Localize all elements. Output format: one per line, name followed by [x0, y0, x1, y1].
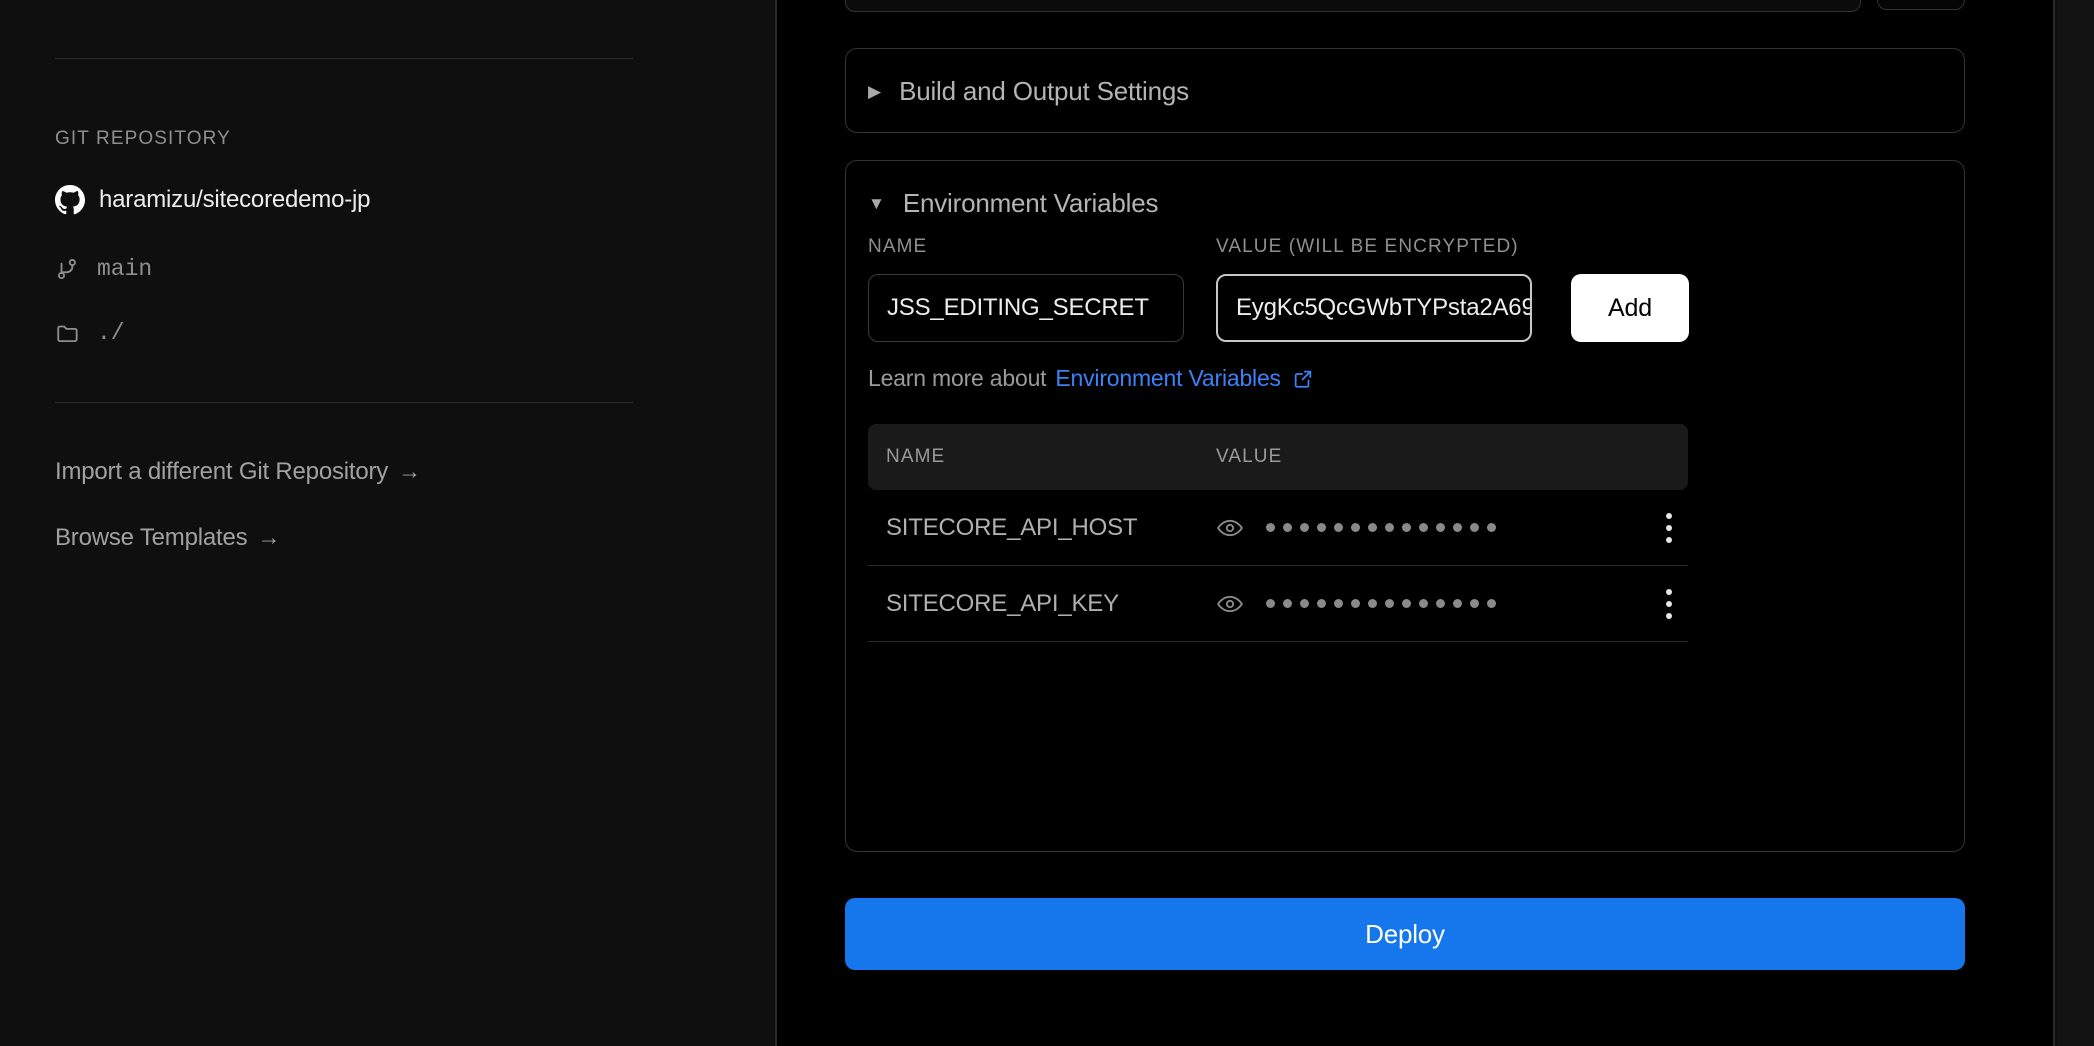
table-header-name: NAME — [886, 446, 946, 467]
env-variable-name: SITECORE_API_HOST — [886, 513, 1138, 541]
table-header-row: NAME VALUE — [868, 424, 1688, 490]
build-output-settings-title: Build and Output Settings — [899, 76, 1189, 106]
table-header-value: VALUE — [1216, 446, 1283, 467]
eye-icon[interactable] — [1216, 514, 1244, 542]
env-name-input-value: JSS_EDITING_SECRET — [887, 294, 1149, 321]
branch-row: main — [55, 256, 152, 282]
environment-variables-card: ▼ Environment Variables NAME VALUE (WILL… — [845, 160, 1965, 852]
arrow-right-icon: → — [257, 524, 281, 550]
env-value-input[interactable]: EygKc5QcGWbTYPsta2A692w7 — [1216, 274, 1532, 342]
masked-value — [1266, 523, 1496, 532]
github-icon — [55, 185, 85, 215]
truncated-button-above[interactable] — [1877, 0, 1965, 10]
main-panel: ▶ Build and Output Settings ▼ Environmen… — [775, 0, 2055, 1046]
git-repository-label: GIT REPOSITORY — [55, 128, 231, 149]
build-output-settings-header[interactable]: ▶ Build and Output Settings — [846, 49, 1964, 134]
sidebar-divider-middle — [55, 402, 633, 403]
environment-variables-header[interactable]: ▼ Environment Variables — [846, 161, 1964, 246]
value-column-label: VALUE (WILL BE ENCRYPTED) — [1216, 236, 1519, 257]
directory-path: ./ — [97, 320, 125, 346]
truncated-input-above[interactable] — [845, 0, 1861, 12]
learn-more-prefix: Learn more about — [868, 365, 1047, 391]
sidebar: GIT REPOSITORY haramizu/sitecoredemo-jp … — [0, 0, 775, 1046]
eye-icon[interactable] — [1216, 590, 1244, 618]
repository-row: haramizu/sitecoredemo-jp — [55, 185, 371, 215]
env-variable-value-cell — [1216, 507, 1688, 549]
add-button[interactable]: Add — [1571, 274, 1689, 342]
right-gutter — [2057, 0, 2094, 1046]
environment-variables-table: NAME VALUE SITECORE_API_HOST SITECORE_AP… — [868, 424, 1688, 642]
import-git-repository-label: Import a different Git Repository — [55, 458, 389, 485]
git-branch-icon — [55, 256, 81, 282]
browse-templates-label: Browse Templates — [55, 524, 248, 551]
browse-templates-link[interactable]: Browse Templates → — [55, 524, 280, 552]
deploy-button[interactable]: Deploy — [845, 898, 1965, 970]
sidebar-divider-top — [55, 58, 633, 59]
import-git-repository-link[interactable]: Import a different Git Repository → — [55, 458, 421, 486]
build-output-settings-card[interactable]: ▶ Build and Output Settings — [845, 48, 1965, 133]
environment-variables-title: Environment Variables — [902, 188, 1159, 218]
environment-variables-doc-link[interactable]: Environment Variables — [1055, 365, 1281, 392]
table-row: SITECORE_API_KEY — [868, 566, 1688, 642]
row-menu-icon[interactable] — [1660, 583, 1678, 625]
arrow-right-icon: → — [398, 458, 421, 484]
table-row: SITECORE_API_HOST — [868, 490, 1688, 566]
env-variable-name: SITECORE_API_KEY — [886, 589, 1119, 617]
app-root: GIT REPOSITORY haramizu/sitecoredemo-jp … — [0, 0, 2094, 1046]
name-column-label: NAME — [868, 236, 928, 257]
repository-name: haramizu/sitecoredemo-jp — [99, 186, 371, 213]
directory-row: ./ — [55, 320, 125, 346]
external-link-icon[interactable] — [1292, 368, 1314, 390]
chevron-down-icon: ▼ — [868, 194, 885, 213]
masked-value — [1266, 599, 1496, 608]
row-menu-icon[interactable] — [1660, 507, 1678, 549]
env-value-input-value: EygKc5QcGWbTYPsta2A692w7 — [1236, 294, 1532, 321]
chevron-right-icon: ▶ — [868, 82, 882, 101]
branch-name: main — [97, 256, 153, 282]
learn-more-row: Learn more about Environment Variables — [868, 365, 1314, 392]
env-name-input[interactable]: JSS_EDITING_SECRET — [868, 274, 1184, 342]
folder-icon — [55, 320, 81, 346]
env-variable-value-cell — [1216, 583, 1688, 625]
